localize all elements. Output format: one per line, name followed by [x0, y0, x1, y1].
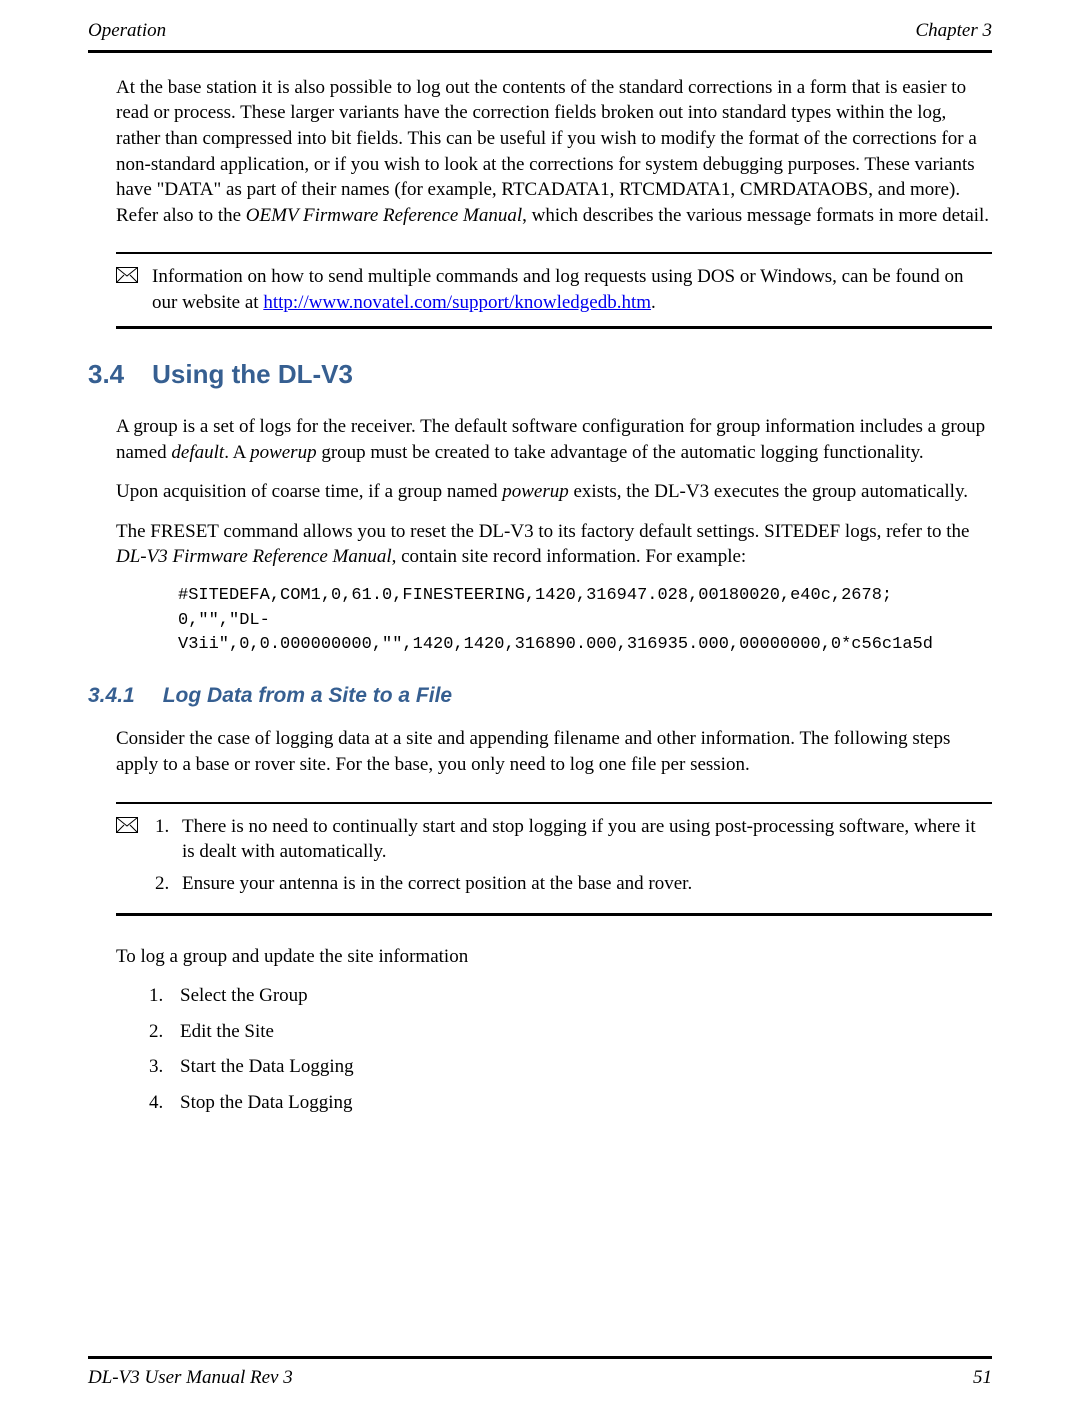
intro-paragraph: At the base station it is also possible … [116, 75, 992, 229]
header-right: Chapter 3 [915, 18, 992, 44]
procedure-list: Select the Group Edit the Site Start the… [168, 983, 992, 1116]
section-3-4-heading: 3.4 Using the DL-V3 [88, 357, 992, 392]
note2-list: There is no need to continually start an… [152, 814, 992, 903]
section-3-4-body: A group is a set of logs for the receive… [116, 414, 992, 570]
section-3-4-1-heading: 3.4.1 Log Data from a Site to a File [88, 682, 992, 710]
intro-pre: At the base station it is also possible … [116, 77, 977, 226]
section-3-4-num: 3.4 [88, 357, 124, 392]
step-3: Start the Data Logging [168, 1054, 992, 1080]
note2-rule-bot [116, 913, 992, 916]
step-4: Stop the Data Logging [168, 1090, 992, 1116]
header-left: Operation [88, 18, 166, 44]
p34-3-em: DL-V3 Firmware Reference Manual [116, 546, 392, 567]
step-1: Select the Group [168, 983, 992, 1009]
section-3-4-title: Using the DL-V3 [152, 357, 353, 392]
note-block-2: There is no need to continually start an… [116, 802, 992, 916]
p34-2: Upon acquisition of coarse time, if a gr… [116, 479, 992, 505]
section-3-4-1-title: Log Data from a Site to a File [163, 682, 452, 710]
note1-rule-top [116, 252, 992, 254]
support-link[interactable]: http://www.novatel.com/support/knowledge… [263, 292, 651, 313]
p34-1-c: group must be created to take advantage … [317, 442, 924, 463]
note1-rule-bot [116, 326, 992, 329]
footer-right: 51 [973, 1365, 992, 1391]
intro-em: OEMV Firmware Reference Manual [246, 205, 522, 226]
envelope-icon [116, 267, 138, 283]
section-3-4-1-num: 3.4.1 [88, 682, 135, 710]
note2-row: There is no need to continually start an… [116, 814, 992, 903]
intro-post: , which describes the various message fo… [522, 205, 989, 226]
p341-1: Consider the case of logging data at a s… [116, 726, 992, 777]
note1-row: Information on how to send multiple comm… [116, 264, 992, 315]
running-footer: DL-V3 User Manual Rev 3 51 [88, 1365, 992, 1391]
note-block-1: Information on how to send multiple comm… [116, 252, 992, 328]
section-3-4-1-body: Consider the case of logging data at a s… [116, 726, 992, 777]
procedure-lead: To log a group and update the site infor… [116, 944, 992, 970]
envelope-icon [116, 817, 138, 833]
p34-1-em1: default [171, 442, 224, 463]
p34-1: A group is a set of logs for the receive… [116, 414, 992, 465]
p341-2: To log a group and update the site infor… [116, 944, 992, 970]
footer-rule [88, 1356, 992, 1359]
running-header: Operation Chapter 3 [88, 18, 992, 50]
footer-left: DL-V3 User Manual Rev 3 [88, 1365, 293, 1391]
page: Operation Chapter 3 At the base station … [0, 0, 1080, 1420]
p34-2-a: Upon acquisition of coarse time, if a gr… [116, 481, 502, 502]
p34-3-a: The FRESET command allows you to reset t… [116, 521, 969, 542]
note2-item-2: Ensure your antenna is in the correct po… [174, 871, 992, 897]
note1-text: Information on how to send multiple comm… [152, 264, 992, 315]
p34-3: The FRESET command allows you to reset t… [116, 519, 992, 570]
note2-item-1: There is no need to continually start an… [174, 814, 992, 865]
header-rule [88, 50, 992, 53]
step-2: Edit the Site [168, 1019, 992, 1045]
note1-post: . [651, 292, 656, 313]
p34-3-b: , contain site record information. For e… [392, 546, 747, 567]
p34-2-b: exists, the DL-V3 executes the group aut… [569, 481, 968, 502]
p34-2-em: powerup [502, 481, 569, 502]
intro-para-text: At the base station it is also possible … [116, 75, 992, 229]
p34-1-b: . A [224, 442, 250, 463]
note2-rule-top [116, 802, 992, 804]
code-block: #SITEDEFA,COM1,0,61.0,FINESTEERING,1420,… [178, 584, 992, 658]
p34-1-em2: powerup [250, 442, 317, 463]
